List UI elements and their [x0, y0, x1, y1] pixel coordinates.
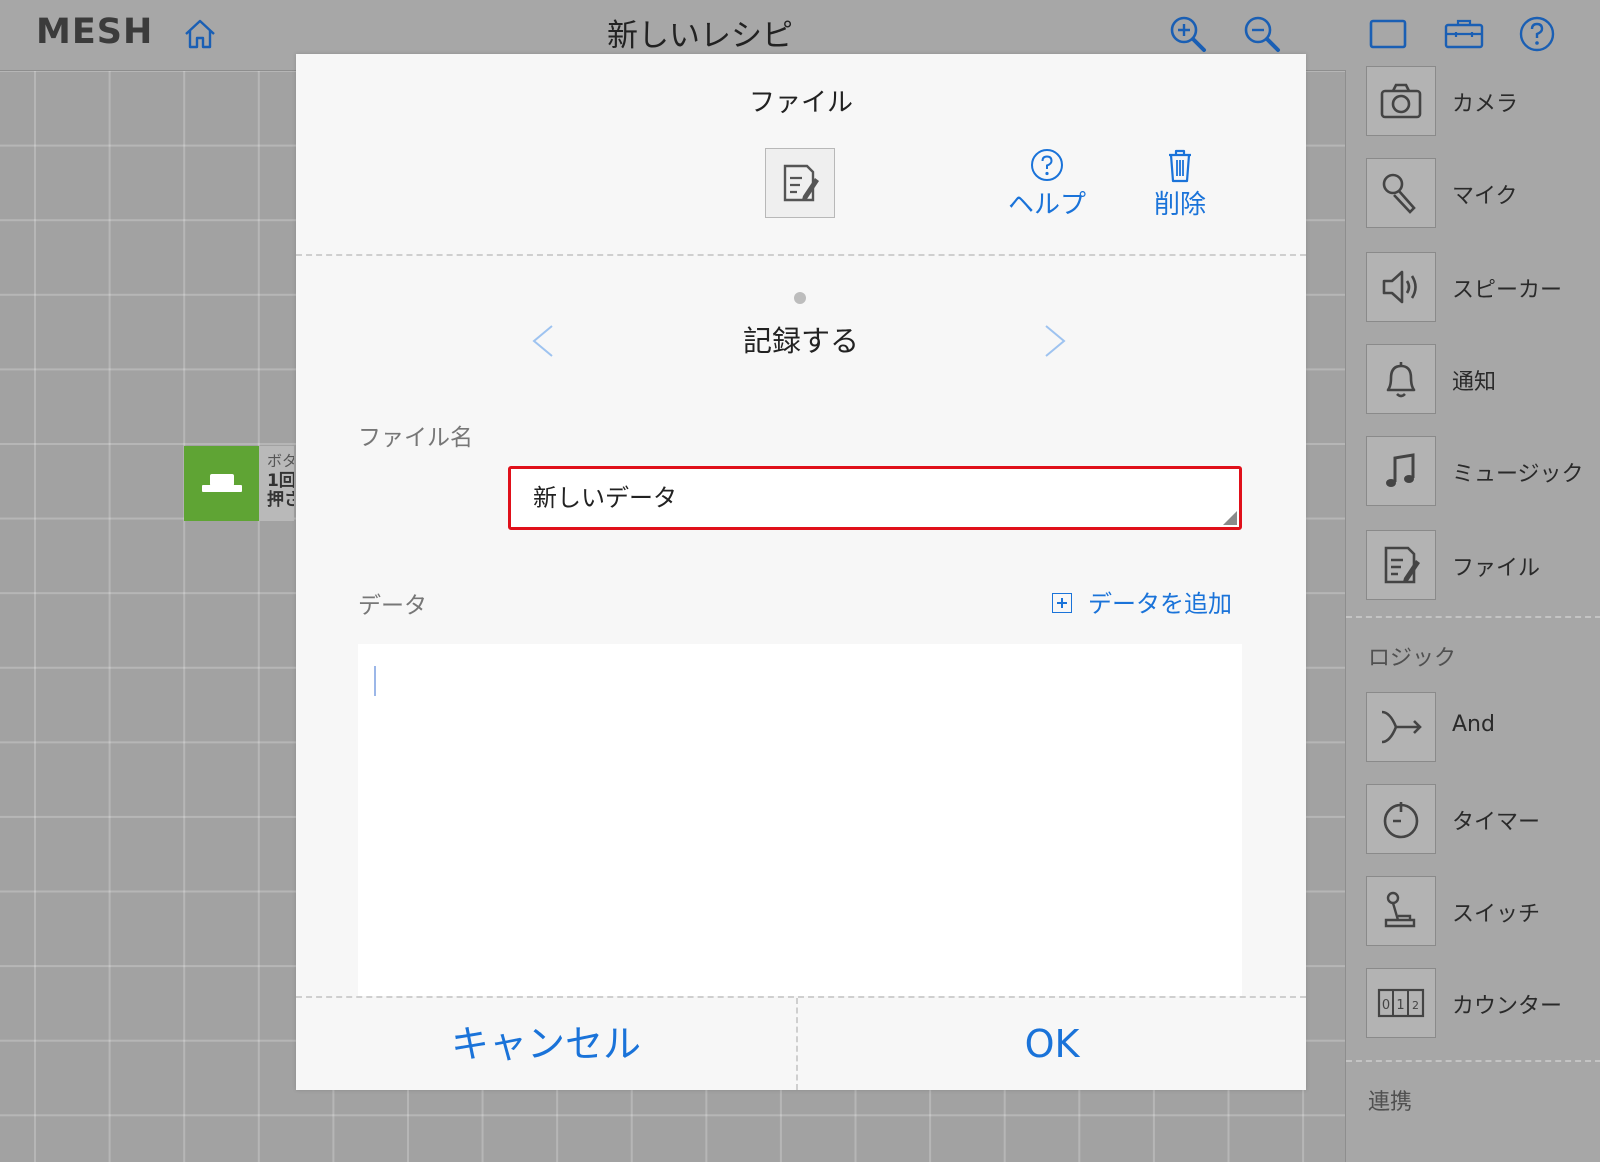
canvas-node-name: ボタン	[267, 452, 294, 470]
palette-divider	[1346, 616, 1600, 618]
palette-divider	[1346, 1060, 1600, 1062]
data-textarea[interactable]	[358, 644, 1242, 996]
palette-item-label: タイマー	[1452, 810, 1541, 835]
home-icon[interactable]	[178, 12, 222, 56]
svg-text:2: 2	[1412, 999, 1419, 1012]
timer-icon	[1366, 784, 1436, 854]
filename-input-value: 新しいデータ	[533, 484, 677, 512]
palette-item-notification[interactable]: 通知	[1366, 344, 1600, 416]
recipe-title: 新しいレシピ	[607, 18, 793, 54]
canvas-node-event: 1回 押され	[267, 472, 294, 510]
palette-item-switch[interactable]: スイッチ	[1366, 876, 1600, 948]
toolbox-icon[interactable]	[1442, 12, 1486, 56]
help-icon	[1031, 149, 1063, 181]
resize-grip-icon	[1223, 511, 1237, 525]
palette-section-logic: ロジック	[1368, 646, 1457, 671]
file-edit-icon	[1366, 530, 1436, 600]
music-note-icon	[1366, 436, 1436, 506]
palette-item-label: ミュージック	[1452, 462, 1584, 487]
microphone-icon	[1366, 158, 1436, 228]
palette-item-label: スイッチ	[1452, 902, 1541, 927]
counter-icon: 012	[1366, 968, 1436, 1038]
camera-icon	[1366, 66, 1436, 136]
palette-item-microphone[interactable]: マイク	[1366, 158, 1600, 230]
speaker-icon	[1366, 252, 1436, 322]
svg-text:0: 0	[1382, 998, 1390, 1013]
palette-item-timer[interactable]: タイマー	[1366, 784, 1600, 856]
chevron-left-icon[interactable]	[528, 320, 558, 362]
zoom-in-icon[interactable]	[1166, 12, 1210, 56]
plus-box-icon	[1052, 593, 1072, 613]
ok-button[interactable]: OK	[798, 998, 1306, 1090]
trash-icon	[1169, 149, 1191, 183]
palette-item-speaker[interactable]: スピーカー	[1366, 252, 1600, 324]
palette-item-music[interactable]: ミュージック	[1366, 436, 1600, 508]
push-button-icon	[184, 446, 259, 521]
help-label: ヘルプ	[1007, 190, 1086, 220]
data-label: データ	[358, 593, 427, 619]
svg-text:1: 1	[1396, 998, 1404, 1013]
palette-item-label: And	[1452, 712, 1495, 737]
text-caret	[374, 666, 376, 696]
palette-section-link: 連携	[1368, 1090, 1413, 1115]
dialog-header-divider	[296, 254, 1306, 256]
palette-item-label: マイク	[1452, 184, 1518, 209]
canvas-node-button[interactable]: ボタン 1回 押され	[184, 446, 294, 521]
cancel-button[interactable]: キャンセル	[296, 998, 796, 1090]
help-button[interactable]: ヘルプ	[1002, 146, 1092, 221]
chevron-right-icon[interactable]	[1040, 320, 1070, 362]
dialog-title: ファイル	[748, 88, 853, 118]
delete-button[interactable]: 削除	[1140, 146, 1220, 221]
palette-item-file[interactable]: ファイル	[1366, 530, 1600, 602]
palette-item-label: カメラ	[1452, 92, 1519, 117]
delete-label: 削除	[1153, 190, 1206, 220]
add-data-button[interactable]: データを追加	[1052, 584, 1232, 619]
palette-item-label: スピーカー	[1452, 278, 1563, 303]
file-edit-icon	[765, 148, 835, 218]
canvas-node-event-line1: 1回	[267, 471, 294, 491]
app-logo: MESH	[36, 12, 154, 52]
block-palette: カメラ マイク スピーカー 通知 ミュージック ファイル ロジック And タイ…	[1345, 66, 1600, 1162]
and-merge-icon	[1366, 692, 1436, 762]
bell-icon	[1366, 344, 1436, 414]
file-settings-dialog: ファイル ヘルプ 削除 記録する ファイル名 新しいデータ データ データを追加…	[296, 54, 1306, 1090]
page-indicator-dot	[794, 292, 806, 304]
filename-label: ファイル名	[358, 425, 473, 451]
canvas-node-body: ボタン 1回 押され	[259, 446, 294, 521]
help-icon[interactable]	[1515, 12, 1559, 56]
action-title: 記録する	[742, 324, 859, 358]
palette-item-label: 通知	[1452, 370, 1497, 395]
palette-item-counter[interactable]: 012 カウンター	[1366, 968, 1600, 1040]
zoom-out-icon[interactable]	[1240, 12, 1284, 56]
window-icon[interactable]	[1366, 12, 1410, 56]
palette-item-and[interactable]: And	[1366, 692, 1600, 764]
palette-item-label: カウンター	[1452, 994, 1563, 1019]
add-data-label: データを追加	[1088, 590, 1232, 618]
canvas-node-event-line2: 押され	[267, 490, 294, 510]
palette-item-camera[interactable]: カメラ	[1366, 66, 1600, 138]
switch-icon	[1366, 876, 1436, 946]
filename-input[interactable]: 新しいデータ	[508, 466, 1242, 530]
palette-item-label: ファイル	[1452, 556, 1541, 581]
